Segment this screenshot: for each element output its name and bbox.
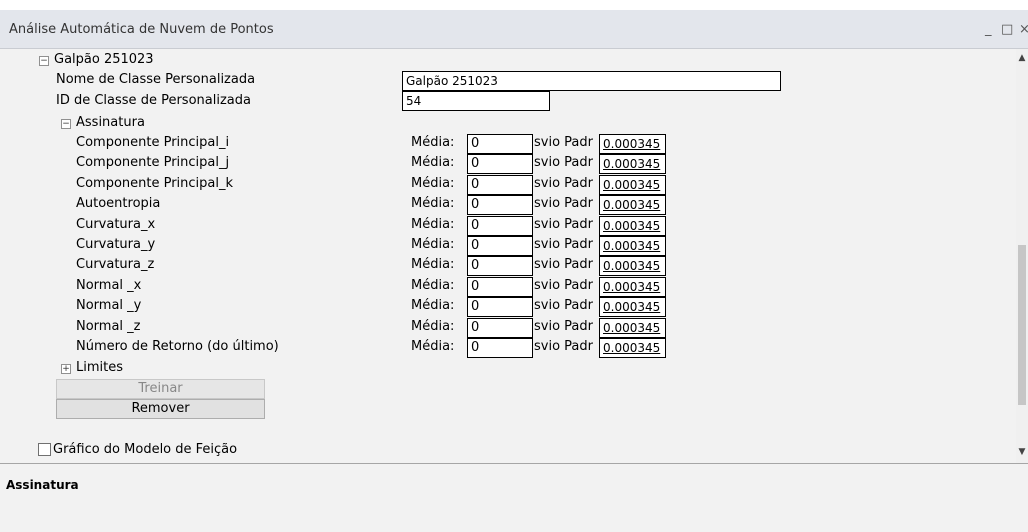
std-dev-label: svio Padr (534, 339, 593, 354)
scroll-down-icon[interactable]: ▼ (1016, 447, 1028, 461)
feature-label: Componente Principal_k (76, 176, 234, 191)
std-dev-input[interactable]: 0.000345 (599, 277, 666, 297)
std-dev-label: svio Padr (534, 237, 593, 252)
property-tree-panel: − Galpão 251023 Nome de Classe Personali… (0, 49, 1016, 463)
mean-label: Média: (411, 196, 455, 211)
custom-class-name-label: Nome de Classe Personalizada (56, 72, 256, 87)
std-dev-label: svio Padr (534, 278, 593, 293)
feature-label: Curvatura_y (76, 237, 156, 252)
window-title-bar: Análise Automática de Nuvem de Pontos _ … (0, 10, 1028, 49)
limits-label: Limites (76, 360, 123, 375)
expand-icon[interactable]: + (61, 364, 71, 374)
mean-label: Média: (411, 135, 455, 150)
std-dev-input[interactable]: 0.000345 (599, 216, 666, 236)
window-title: Análise Automática de Nuvem de Pontos (9, 22, 274, 37)
std-dev-label: svio Padr (534, 298, 593, 313)
mean-input[interactable]: 0 (467, 236, 533, 256)
feature-model-chart-label: Gráfico do Modelo de Feição (53, 442, 238, 457)
mean-label: Média: (411, 298, 455, 313)
std-dev-input[interactable]: 0.000345 (599, 256, 666, 276)
collapse-icon[interactable]: − (39, 56, 49, 66)
feature-label: Curvatura_z (76, 257, 155, 272)
close-icon[interactable]: × (1019, 22, 1028, 37)
std-dev-input[interactable]: 0.000345 (599, 154, 666, 174)
std-dev-label: svio Padr (534, 257, 593, 272)
scrollbar-thumb[interactable] (1018, 245, 1026, 405)
mean-input[interactable]: 0 (467, 277, 533, 297)
feature-model-chart-checkbox[interactable] (38, 443, 51, 456)
feature-label: Autoentropia (76, 196, 161, 211)
mean-input[interactable]: 0 (467, 216, 533, 236)
tree-root-label: Galpão 251023 (54, 52, 154, 67)
mean-label: Média: (411, 278, 455, 293)
std-dev-input[interactable]: 0.000345 (599, 236, 666, 256)
vertical-scrollbar[interactable]: ▲ ▼ (1016, 49, 1028, 463)
description-panel: Assinatura (0, 463, 1028, 532)
train-button[interactable]: Treinar (56, 379, 265, 399)
custom-class-id-input[interactable]: 54 (402, 91, 550, 111)
std-dev-label: svio Padr (534, 176, 593, 191)
mean-label: Média: (411, 257, 455, 272)
mean-label: Média: (411, 339, 455, 354)
std-dev-label: svio Padr (534, 135, 593, 150)
std-dev-input[interactable]: 0.000345 (599, 175, 666, 195)
minimize-icon[interactable]: _ (985, 22, 992, 37)
mean-label: Média: (411, 319, 455, 334)
mean-input[interactable]: 0 (467, 154, 533, 174)
mean-input[interactable]: 0 (467, 338, 533, 358)
mean-input[interactable]: 0 (467, 297, 533, 317)
feature-label: Componente Principal_i (76, 135, 230, 150)
collapse-icon[interactable]: − (61, 119, 71, 129)
std-dev-input[interactable]: 0.000345 (599, 134, 666, 154)
custom-class-id-label: ID de Classe de Personalizada (56, 93, 251, 108)
std-dev-input[interactable]: 0.000345 (599, 338, 666, 358)
feature-label: Número de Retorno (do último) (76, 339, 279, 354)
feature-label: Normal _z (76, 319, 141, 334)
feature-label: Componente Principal_j (76, 155, 230, 170)
restore-icon[interactable]: □ (1001, 22, 1013, 37)
feature-label: Curvatura_x (76, 217, 156, 232)
mean-label: Média: (411, 217, 455, 232)
std-dev-label: svio Padr (534, 319, 593, 334)
std-dev-input[interactable]: 0.000345 (599, 195, 666, 215)
mean-input[interactable]: 0 (467, 175, 533, 195)
mean-label: Média: (411, 176, 455, 191)
std-dev-label: svio Padr (534, 155, 593, 170)
signature-label: Assinatura (76, 115, 145, 130)
mean-input[interactable]: 0 (467, 195, 533, 215)
std-dev-label: svio Padr (534, 217, 593, 232)
custom-class-name-input[interactable]: Galpão 251023 (402, 71, 781, 91)
std-dev-input[interactable]: 0.000345 (599, 318, 666, 338)
mean-input[interactable]: 0 (467, 318, 533, 338)
feature-label: Normal _x (76, 278, 142, 293)
remove-button[interactable]: Remover (56, 399, 265, 419)
std-dev-input[interactable]: 0.000345 (599, 297, 666, 317)
std-dev-label: svio Padr (534, 196, 593, 211)
mean-input[interactable]: 0 (467, 134, 533, 154)
mean-label: Média: (411, 155, 455, 170)
mean-label: Média: (411, 237, 455, 252)
scroll-up-icon[interactable]: ▲ (1016, 53, 1028, 67)
feature-label: Normal _y (76, 298, 142, 313)
description-title: Assinatura (6, 478, 79, 492)
mean-input[interactable]: 0 (467, 256, 533, 276)
